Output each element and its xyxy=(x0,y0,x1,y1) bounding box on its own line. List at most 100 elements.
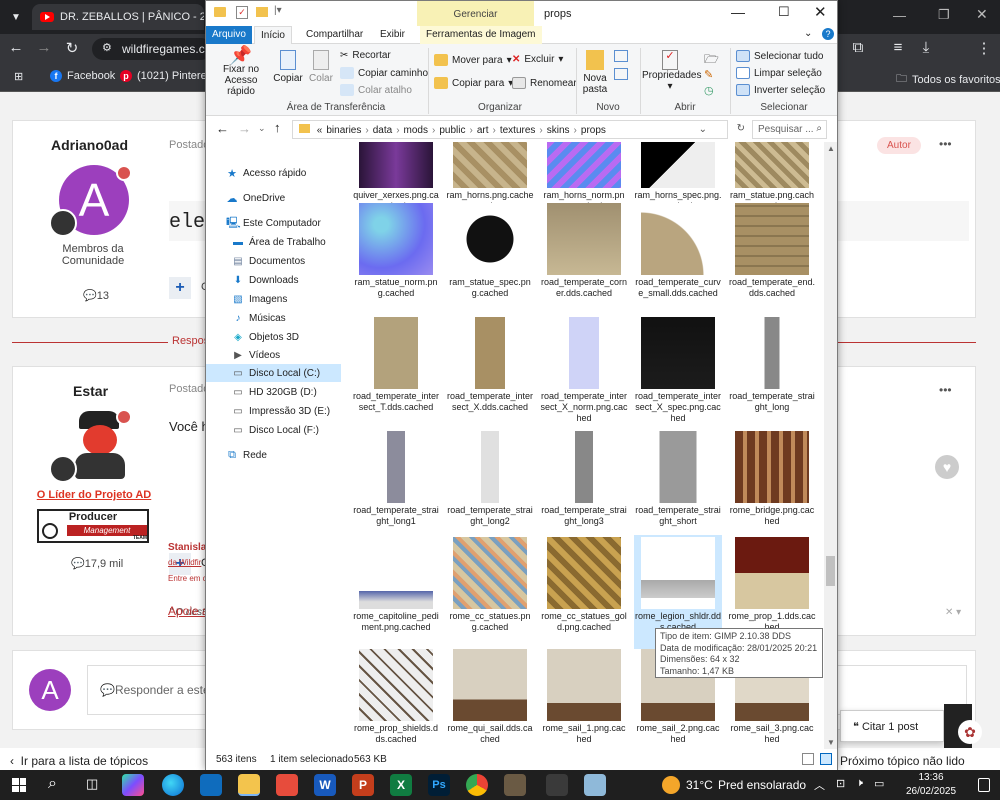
weather-status[interactable]: Pred ensolarado xyxy=(718,778,806,792)
search-input[interactable]: Pesquisar ... ⌕ xyxy=(752,120,827,139)
nav-item[interactable]: ⧉ Rede xyxy=(206,446,341,464)
search-icon[interactable]: ⌕ xyxy=(48,775,57,793)
breadcrumb-item[interactable]: textures xyxy=(500,125,536,136)
delete-button[interactable]: ✕ Excluir ▾ xyxy=(512,54,563,65)
post-options-button[interactable]: ••• xyxy=(939,383,952,397)
photoshop-icon[interactable]: Ps xyxy=(428,774,450,796)
brain-icon[interactable]: ✿ xyxy=(958,720,982,744)
rename-button[interactable]: Renomear xyxy=(512,77,577,89)
new-item-icon[interactable] xyxy=(614,50,628,62)
history-icon[interactable]: ◷ xyxy=(704,84,714,97)
next-unread-link[interactable]: Próximo tópico não lido xyxy=(840,754,965,768)
edit-icon[interactable]: ✎ xyxy=(704,68,713,81)
file-item[interactable]: road_temperate_straight_long3 xyxy=(540,429,628,543)
clear-selection-button[interactable]: Limpar seleção xyxy=(736,67,822,79)
nav-item[interactable]: ▤ Documentos xyxy=(206,252,341,270)
apps-icon[interactable]: ⊞ xyxy=(14,70,23,83)
nav-item[interactable]: ▭ Impressão 3D (E:) xyxy=(206,402,341,420)
breadcrumb-item[interactable]: props xyxy=(581,125,606,136)
scroll-thumb[interactable] xyxy=(826,556,835,586)
copilot-icon[interactable] xyxy=(122,774,144,796)
post-author[interactable]: Estar xyxy=(73,383,108,399)
minimize-browser-button[interactable]: — xyxy=(893,8,906,23)
file-item[interactable]: road_temperate_corner.dds.cached xyxy=(540,201,628,315)
excel-icon[interactable]: X xyxy=(390,774,412,796)
scroll-down-icon[interactable]: ▼ xyxy=(827,738,835,747)
app-icon[interactable] xyxy=(546,774,568,796)
properties-icon[interactable]: ✓ xyxy=(236,6,248,19)
tray-chevron-icon[interactable]: ︿ xyxy=(814,777,825,793)
chevron-right-icon[interactable]: › xyxy=(574,125,577,136)
file-item[interactable]: ram_statue_norm.png.cached xyxy=(352,201,440,315)
properties-button[interactable]: ✓ Propriedades ▾ xyxy=(642,50,701,92)
file-item[interactable]: road_temperate_curve_small.dds.cached xyxy=(634,201,722,315)
nav-item[interactable]: ▭ Disco Local (F:) xyxy=(206,421,341,439)
file-item[interactable]: road_temperate_intersect_T.dds.cached xyxy=(352,315,440,429)
manage-context-tab[interactable]: Gerenciar xyxy=(417,1,534,26)
network-icon[interactable]: ⊡ xyxy=(836,777,845,790)
close-browser-button[interactable]: ✕ xyxy=(976,6,988,23)
bookmark-pinterest[interactable]: p (1021) Pinterest xyxy=(120,70,215,82)
quote-button[interactable]: ❝ Citar 1 post xyxy=(840,710,944,742)
close-icon[interactable]: ✕ xyxy=(814,3,827,21)
new-folder-icon[interactable] xyxy=(256,7,268,17)
file-item[interactable]: road_temperate_intersect_X_norm.png.cach… xyxy=(540,315,628,429)
site-info-icon[interactable]: ⚙ xyxy=(102,41,112,54)
all-favorites[interactable]: 🗀 Todos os favoritos xyxy=(896,70,1000,89)
reload-icon[interactable]: ↻ xyxy=(62,39,82,57)
breadcrumb-item[interactable]: art xyxy=(477,125,489,136)
file-explorer-icon[interactable] xyxy=(238,774,260,796)
address-bar[interactable]: ⚙ wildfiregames.co xyxy=(92,38,212,60)
file-item[interactable]: rome_bridge.png.cached xyxy=(728,429,816,543)
file-item[interactable]: rome_sail_1.png.cached xyxy=(540,647,628,749)
battery-icon[interactable]: ▭ xyxy=(874,777,884,790)
file-item[interactable]: rome_cc_statues.png.cached xyxy=(446,535,534,649)
clock-time[interactable]: 13:36 xyxy=(906,772,956,783)
pin-quick-access-button[interactable]: 📌 Fixar no Acesso rápido xyxy=(210,46,272,97)
back-arrow-icon[interactable]: ← xyxy=(216,121,229,136)
notifications-icon[interactable] xyxy=(978,778,990,792)
chrome-icon[interactable] xyxy=(466,774,488,796)
chevron-right-icon[interactable]: › xyxy=(365,125,368,136)
tab-exibir[interactable]: Exibir xyxy=(374,26,411,44)
nav-item[interactable]: ▬ Área de Trabalho xyxy=(206,233,341,251)
signature-link[interactable]: da Wildfir xyxy=(168,558,201,567)
copy-button[interactable]: Copiar xyxy=(272,50,304,84)
breadcrumb-item[interactable]: data xyxy=(373,125,392,136)
details-view-icon[interactable] xyxy=(802,753,814,765)
file-item[interactable]: road_temperate_straight_long xyxy=(728,315,816,429)
nav-item[interactable]: ▭ Disco Local (C:) xyxy=(206,364,341,382)
menu-icon[interactable]: ⋮ xyxy=(974,39,994,57)
paste-button[interactable]: Colar xyxy=(306,50,336,84)
breadcrumb-item[interactable]: public xyxy=(439,125,465,136)
new-folder-button[interactable]: Nova pasta xyxy=(580,50,610,95)
nav-item[interactable]: ★ Acesso rápido xyxy=(206,164,341,182)
nav-item[interactable]: ☁ OneDrive xyxy=(206,189,341,207)
post-options-button[interactable]: ••• xyxy=(939,137,952,151)
nav-item[interactable]: ▶ Vídeos xyxy=(206,346,341,364)
maximize-icon[interactable]: ☐ xyxy=(778,4,790,20)
tab-inicio[interactable]: Início xyxy=(254,26,292,44)
react-button[interactable]: + xyxy=(169,277,191,299)
back-to-topics-link[interactable]: ‹ Ir para a lista de tópicos xyxy=(10,754,148,768)
minimize-icon[interactable]: — xyxy=(731,4,745,20)
temperature[interactable]: 31°C xyxy=(686,778,713,792)
chevron-right-icon[interactable]: › xyxy=(432,125,435,136)
copy-to-button[interactable]: Copiar para ▾ xyxy=(434,77,513,89)
scrollbar[interactable]: ▲ ▼ xyxy=(824,142,837,749)
chevron-right-icon[interactable]: › xyxy=(469,125,472,136)
nav-item[interactable]: ▧ Imagens xyxy=(206,290,341,308)
qat-dropdown-icon[interactable]: |▾ xyxy=(274,5,282,16)
restore-browser-button[interactable]: ❐ xyxy=(938,7,950,23)
easy-access-icon[interactable] xyxy=(614,68,628,80)
chevron-right-icon[interactable]: › xyxy=(539,125,542,136)
task-view-icon[interactable]: ◫ xyxy=(86,776,98,792)
tab-ferramentas-imagem[interactable]: Ferramentas de Imagem xyxy=(420,26,542,44)
up-arrow-icon[interactable]: ↑ xyxy=(274,120,281,135)
nav-item[interactable]: ◈ Objetos 3D xyxy=(206,328,341,346)
breadcrumb-item[interactable]: skins xyxy=(547,125,570,136)
heart-icon[interactable]: ♥ xyxy=(935,455,959,479)
volume-icon[interactable]: 🕨 xyxy=(856,777,863,790)
breadcrumb-item[interactable]: binaries xyxy=(326,125,361,136)
file-item[interactable]: rome_capitoline_pediment.png.cached xyxy=(352,535,440,649)
